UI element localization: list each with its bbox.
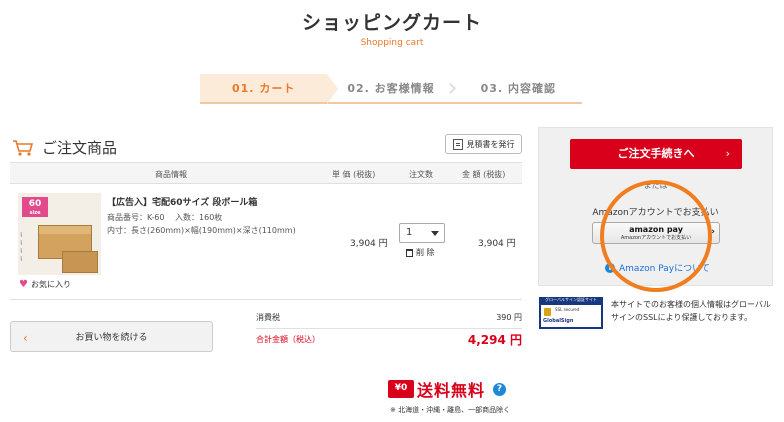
total-label: 合計金額（税込）	[256, 335, 320, 344]
cart-table-header: 商品情報 単 価 (税抜) 注文数 金 額 (税抜)	[10, 162, 522, 184]
product-meta: 商品番号：K-60 入数：160枚 内寸：長さ(260mm)×幅(190mm)×…	[107, 211, 296, 237]
ssl-badge-title: グローバルサイン認証サイト	[545, 297, 597, 302]
unit-price: 3,904 円	[350, 239, 388, 249]
step-customer-info: 02. お客様情報 ›	[327, 74, 457, 102]
product-image[interactable]: 60 size ┃ ┃ ┃ ┃	[18, 193, 101, 275]
header-qty: 注文数	[409, 170, 433, 179]
ssl-description: 本サイトでのお客様の個人情報はグローバルサインのSSLにより保護しております。	[611, 300, 771, 322]
order-summary: 消費税 390 円 合計金額（税込） 4,294 円	[256, 306, 522, 350]
globalsign-logo: GlobalSign	[543, 318, 574, 324]
page-subtitle: Shopping cart	[360, 38, 424, 48]
free-shipping-note: ※ 北海道・沖縄・離島、一部商品除く	[390, 406, 511, 414]
checkout-button[interactable]: ご注文手続きへ ›	[570, 139, 742, 169]
ssl-badge-inner: SSL secured GlobalSign	[541, 305, 601, 327]
step-cart: 01. カート	[200, 74, 339, 104]
page-header: ショッピングカート Shopping cart	[0, 8, 784, 48]
step-customer-info-label: 02. お客様情報	[347, 82, 435, 95]
continue-shopping-label: お買い物を続ける	[75, 333, 148, 343]
product-number: 商品番号：K-60 入数：160枚	[107, 213, 223, 222]
step-confirm-label: 03. 内容確認	[480, 82, 556, 95]
heart-icon: ♥	[19, 279, 28, 290]
page-title: ショッピングカート	[301, 12, 482, 34]
delete-label: 削 除	[416, 248, 435, 257]
tax-label: 消費税	[256, 312, 280, 322]
tax-row: 消費税 390 円	[256, 306, 522, 328]
step-confirm: 03. 内容確認	[455, 74, 582, 102]
step-cart-label: 01. カート	[232, 82, 296, 95]
document-icon	[452, 138, 463, 150]
continue-shopping-button[interactable]: ‹ お買い物を続ける	[10, 321, 213, 352]
checkout-button-label: ご注文手続きへ	[617, 147, 695, 160]
free-shipping-label: 送料無料	[417, 381, 486, 400]
ssl-badge[interactable]: グローバルサイン認証サイト SSL secured GlobalSign	[539, 297, 603, 329]
section-title: ご注文商品	[42, 139, 118, 157]
delete-button[interactable]: 削 除	[406, 247, 435, 258]
chevron-right-icon: ›	[725, 147, 730, 160]
total-value: 4,294 円	[467, 333, 522, 347]
line-total: 3,904 円	[478, 239, 516, 249]
ssl-secured-label: SSL secured	[555, 307, 580, 312]
checkout-steps: 01. カート 02. お客様情報 › 03. 内容確認	[200, 74, 582, 104]
lock-icon	[544, 308, 551, 316]
truck-yen-icon: ¥0	[388, 380, 414, 398]
chevron-left-icon: ‹	[23, 331, 28, 345]
total-row: 合計金額（税込） 4,294 円	[256, 328, 522, 350]
question-icon[interactable]: ?	[493, 382, 507, 396]
quote-button-label: 見積書を発行	[466, 139, 515, 149]
dimension-marks: ┃ ┃ ┃ ┃	[20, 232, 23, 261]
trash-icon	[406, 248, 413, 257]
header-amount: 金 額 (税抜)	[462, 170, 506, 179]
product-dimensions: 内寸：長さ(260mm)×幅(190mm)×深さ(110mm)	[107, 226, 296, 235]
highlight-circle	[600, 180, 712, 292]
order-items-heading: ご注文商品	[12, 137, 117, 158]
cardboard-box-graphic-2	[62, 251, 98, 273]
size-badge: 60 size	[22, 197, 48, 217]
tax-value: 390 円	[496, 312, 522, 322]
header-unit-price: 単 価 (税抜)	[332, 170, 376, 179]
size-badge-label: 60	[28, 199, 42, 209]
quantity-select[interactable]: 1	[399, 223, 445, 243]
favorite-label: お気に入り	[30, 280, 71, 289]
product-name[interactable]: 【広告入】宅配60サイズ 段ボール箱	[107, 195, 257, 208]
cart-icon	[13, 139, 34, 156]
favorite-button[interactable]: ♥ お気に入り	[19, 279, 71, 290]
header-product: 商品情報	[155, 170, 187, 179]
free-shipping-banner: ¥0 送料無料 ? ※ 北海道・沖縄・離島、一部商品除く	[388, 377, 523, 415]
chevron-down-icon	[431, 231, 439, 236]
cart-item-row: 60 size ┃ ┃ ┃ ┃ ♥ お気に入り 【広告入】宅配60サイズ 段ボール箱 商…	[10, 185, 522, 300]
quote-button[interactable]: 見積書を発行	[445, 134, 522, 154]
quantity-value: 1	[406, 227, 413, 238]
